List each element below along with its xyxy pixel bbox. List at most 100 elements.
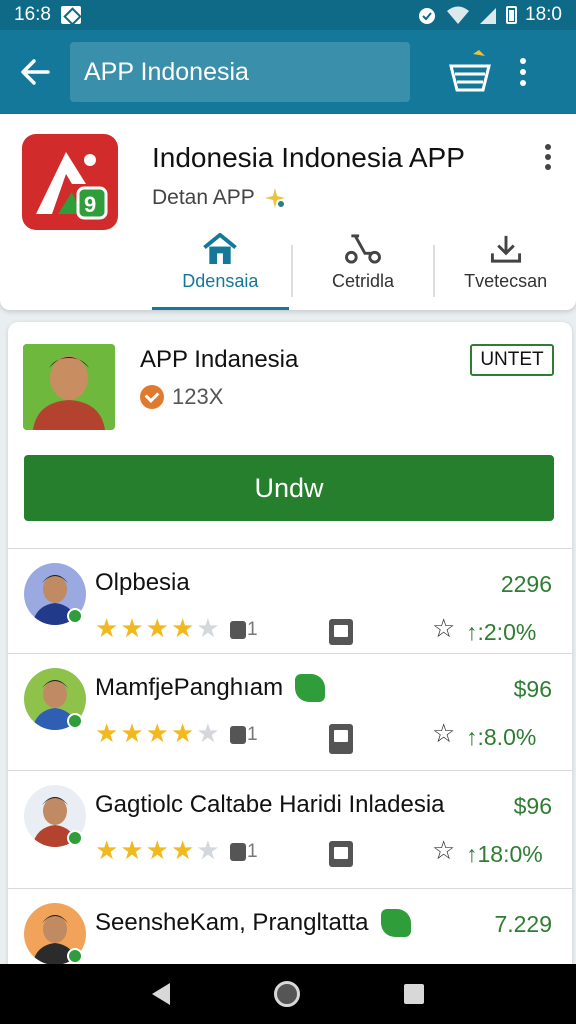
app-tabs: Ddensaia Cetridla Tvetecsan bbox=[150, 232, 576, 310]
verified-icon bbox=[67, 713, 83, 729]
star-rating: ★ ★ ★ ★ ★ bbox=[95, 837, 220, 863]
list-item-name: Olpbesia bbox=[95, 569, 190, 597]
favorite-star-icon[interactable]: ☆ bbox=[432, 718, 455, 749]
list-item[interactable]: MamfjePanghıam $96 ★ ★ ★ ★ ★ 1 ☆ ↑:8.0% bbox=[8, 653, 572, 771]
status-time: 16:8 bbox=[14, 4, 51, 25]
home-icon bbox=[203, 232, 238, 265]
nav-recents-icon[interactable] bbox=[404, 984, 424, 1004]
featured-rating: 123X bbox=[140, 384, 223, 410]
featured-avatar bbox=[23, 344, 115, 430]
tab-cetridla[interactable]: Cetridla bbox=[293, 232, 434, 310]
list-item-name: Gagtiolc Caltabe Haridi Inladesia bbox=[95, 791, 445, 819]
star-icon: ★ bbox=[145, 835, 169, 865]
developer-name: Detan APP bbox=[152, 186, 255, 209]
verified-icon bbox=[67, 608, 83, 624]
app-developer[interactable]: Detan APP bbox=[152, 186, 287, 210]
nav-home-icon[interactable] bbox=[274, 981, 300, 1007]
star-rating: ★ ★ ★ ★ ★ bbox=[95, 615, 220, 641]
list-item-name: MamfjePanghıam bbox=[95, 674, 326, 702]
star-icon: ★ bbox=[145, 718, 169, 748]
app-title: Indonesia Indonesia APP bbox=[152, 142, 465, 173]
search-text: APP Indonesia bbox=[84, 57, 249, 86]
list-item-name-text: MamfjePanghıam bbox=[95, 674, 284, 701]
scooter-icon bbox=[345, 234, 381, 264]
favorite-star-icon[interactable]: ☆ bbox=[432, 613, 455, 644]
leaf-icon bbox=[295, 674, 326, 702]
battery-icon bbox=[506, 6, 518, 24]
basket-icon bbox=[449, 50, 491, 92]
favorite-star-icon[interactable]: ☆ bbox=[432, 835, 455, 866]
tab-label: Tvetecsan bbox=[464, 271, 548, 291]
star-icon: ★ bbox=[120, 613, 144, 643]
cart-button[interactable] bbox=[446, 42, 494, 102]
install-button[interactable]: Undw bbox=[24, 455, 554, 521]
nav-back-icon[interactable] bbox=[152, 983, 170, 1005]
list-item-name: SeensheKam, Prangltatta bbox=[95, 909, 411, 937]
tab-label: Ddensaia bbox=[182, 271, 259, 291]
system-nav-bar bbox=[0, 964, 576, 1024]
overflow-menu-button[interactable] bbox=[508, 42, 538, 102]
star-icon: ★ bbox=[120, 835, 144, 865]
status-bar: 16:8 18:0 bbox=[0, 0, 576, 30]
app-logo-icon: 9 bbox=[22, 134, 118, 230]
list-item-price: 2296 bbox=[500, 571, 552, 597]
list-item-trend: ↑:2:0% bbox=[466, 619, 537, 645]
list-item[interactable]: Gagtiolc Caltabe Haridi Inladesia $96 ★ ★… bbox=[8, 770, 572, 888]
document-icon[interactable] bbox=[329, 724, 353, 754]
star-icon: ★ bbox=[170, 835, 195, 865]
thumbs-up-icon bbox=[230, 843, 246, 861]
app-listing-card: APP Indanesia 123X UNTET Undw Olpbesia 2… bbox=[8, 322, 572, 972]
list-item-trend: ↑:8.0% bbox=[466, 724, 537, 750]
list-item[interactable]: SeensheKam, Prangltatta 7.229 bbox=[8, 888, 572, 972]
likes-count: 1 bbox=[247, 619, 258, 640]
app-header-card: 9 Indonesia Indonesia APP Detan APP Dden… bbox=[0, 114, 576, 310]
tab-label: Cetridla bbox=[331, 271, 395, 291]
document-icon[interactable] bbox=[329, 619, 353, 645]
tab-tvetecsan[interactable]: Tvetecsan bbox=[435, 232, 576, 310]
list-item-name-text: Olpbesia bbox=[95, 569, 190, 596]
signal-icon bbox=[480, 8, 497, 24]
search-input[interactable]: APP Indonesia bbox=[70, 42, 410, 102]
star-rating: ★ ★ ★ ★ ★ bbox=[95, 720, 220, 746]
star-icon: ★ bbox=[170, 613, 195, 643]
likes-count: 1 bbox=[247, 841, 258, 862]
rating-count: 123X bbox=[172, 384, 224, 409]
app-bar: APP Indonesia bbox=[0, 30, 576, 114]
likes-stat: 1 bbox=[230, 841, 258, 863]
star-empty-icon: ★ bbox=[196, 835, 220, 865]
download-icon bbox=[490, 235, 521, 263]
featured-app-title: APP Indanesia bbox=[140, 346, 299, 373]
thumbs-up-icon bbox=[230, 726, 246, 744]
likes-stat: 1 bbox=[230, 619, 258, 641]
star-icon: ★ bbox=[145, 613, 169, 643]
status-badge[interactable]: UNTET bbox=[470, 344, 554, 376]
list-item-name-text: SeensheKam, Prangltatta bbox=[95, 909, 369, 936]
verified-icon bbox=[67, 830, 83, 846]
list-item-price: $96 bbox=[513, 793, 552, 819]
star-icon: ★ bbox=[95, 835, 119, 865]
back-button[interactable] bbox=[0, 30, 70, 114]
app-menu-button[interactable] bbox=[542, 144, 554, 170]
list-item-price: 7.229 bbox=[494, 911, 552, 937]
list-item-name-text: Gagtiolc Caltabe Haridi Inladesia bbox=[95, 791, 445, 818]
sparkle-icon bbox=[264, 188, 285, 208]
star-icon: ★ bbox=[95, 718, 119, 748]
alarm-icon bbox=[419, 8, 436, 24]
document-icon[interactable] bbox=[329, 841, 353, 867]
leaf-icon bbox=[380, 909, 411, 937]
tab-ddensaia[interactable]: Ddensaia bbox=[150, 232, 291, 310]
list-item[interactable]: Olpbesia 2296 ★ ★ ★ ★ ★ 1 ☆ ↑:2:0% bbox=[8, 548, 572, 666]
likes-stat: 1 bbox=[230, 724, 258, 746]
verified-icon bbox=[67, 948, 83, 964]
thumbs-up-icon bbox=[230, 621, 246, 639]
svg-text:9: 9 bbox=[84, 192, 96, 217]
status-clock: 18:0 bbox=[525, 4, 562, 25]
star-icon: ★ bbox=[120, 718, 144, 748]
star-icon: ★ bbox=[170, 718, 195, 748]
star-icon: ★ bbox=[95, 613, 119, 643]
arrow-left-icon bbox=[21, 59, 50, 85]
rating-coin-icon bbox=[140, 385, 164, 409]
list-item-price: $96 bbox=[513, 676, 552, 702]
notification-icon bbox=[60, 6, 81, 24]
star-empty-icon: ★ bbox=[196, 718, 220, 748]
